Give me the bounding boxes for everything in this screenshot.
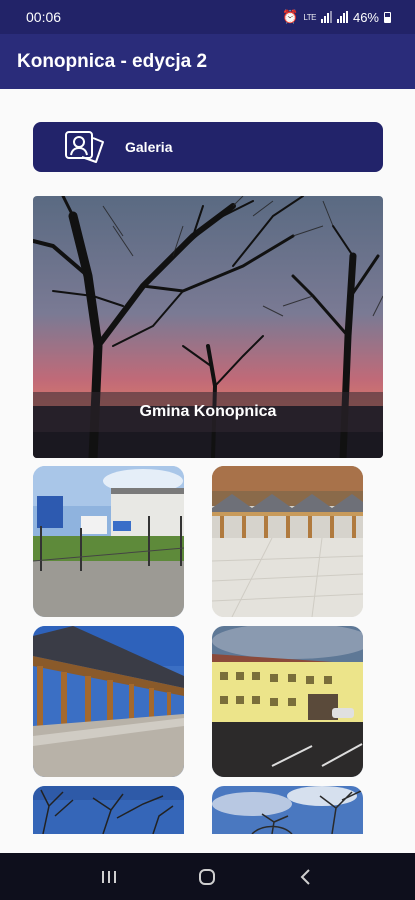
battery-level: 46% [352,9,379,25]
gallery-person-card-icon [61,128,109,166]
hero-image-gmina[interactable]: Gmina Konopnica [33,196,383,458]
network-type: LTE [303,12,316,22]
gallery-tile-1[interactable] [33,466,184,617]
photo-wooden-pavilion-square [212,466,363,617]
gallery-button[interactable]: Galeria [33,122,383,172]
home-icon[interactable] [187,862,227,892]
signal-icon [320,11,332,23]
recents-icon[interactable] [89,862,129,892]
back-icon[interactable] [286,862,326,892]
alarm-icon: ⏰ [282,9,299,24]
battery-icon [384,11,391,23]
gallery-tile-3[interactable] [33,626,184,777]
status-bar: 00:06 ⏰ LTE 46% [0,0,415,34]
gallery-tile-4[interactable] [212,626,363,777]
photo-trees-cloudy-sky [212,786,363,834]
photo-yellow-building [212,626,363,777]
gallery-tile-2[interactable] [212,466,363,617]
photo-bare-trees-blue-sky [33,786,184,834]
app-title: Konopnica - edycja 2 [17,50,208,72]
system-navigation-bar [0,853,415,900]
hero-caption: Gmina Konopnica [33,392,383,432]
photo-building-fence [33,466,184,617]
gallery-tile-5[interactable] [33,786,184,834]
status-icons: ⏰ LTE 46% [282,9,391,25]
status-time: 00:06 [26,9,62,25]
app-bar: Konopnica - edycja 2 [0,34,415,89]
photo-wooden-arcade [33,626,184,777]
gallery-tile-6[interactable] [212,786,363,834]
signal-icon-2 [336,11,348,23]
gallery-button-label: Galeria [125,139,173,155]
